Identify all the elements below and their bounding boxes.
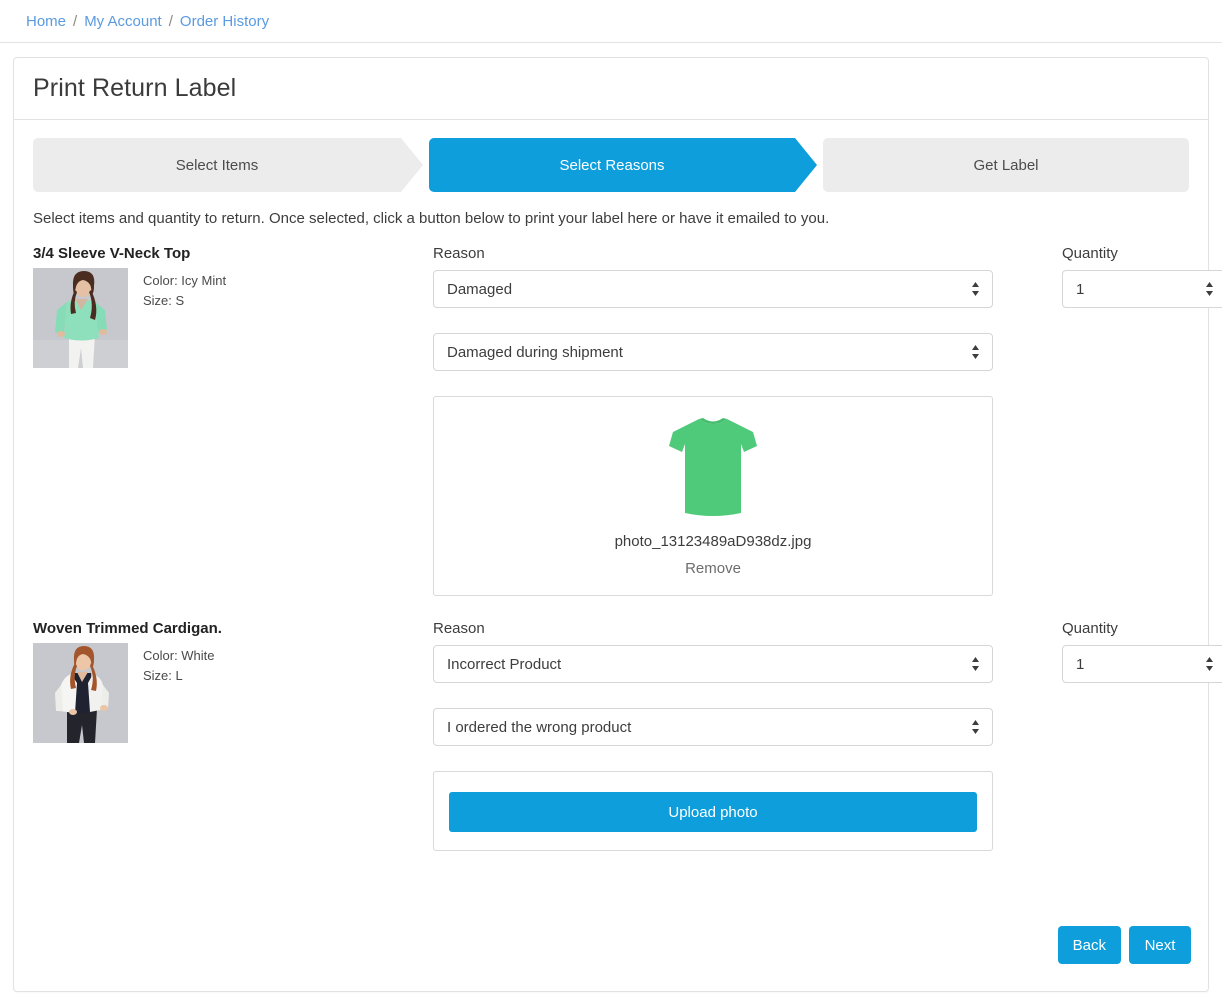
page-title: Print Return Label: [33, 74, 237, 102]
quantity-column: Quantity 1: [1062, 620, 1222, 851]
reason-label: Reason: [433, 245, 485, 262]
quantity-value: 1: [1076, 280, 1085, 298]
breadcrumb-separator: /: [168, 12, 173, 30]
reason-detail-select[interactable]: I ordered the wrong product: [433, 708, 993, 746]
tshirt-icon: [669, 418, 757, 516]
wizard-step-get-label[interactable]: Get Label: [823, 138, 1189, 192]
reason-select[interactable]: Damaged: [433, 270, 993, 308]
reason-label: Reason: [433, 620, 485, 637]
chevron-updown-icon: [1206, 657, 1213, 671]
quantity-select[interactable]: 1: [1062, 270, 1222, 308]
reason-column: Reason Damaged Damaged during shipment p…: [433, 245, 1033, 596]
item-summary: Woven Trimmed Cardigan. Color: White Siz…: [33, 620, 433, 851]
uploaded-photo-filename: photo_13123489aD938dz.jpg: [614, 533, 812, 550]
item-attributes: Color: Icy Mint Size: S: [143, 268, 226, 368]
return-item-row: Woven Trimmed Cardigan. Color: White Siz…: [33, 620, 1222, 851]
reason-column: Reason Incorrect Product I ordered the w…: [433, 620, 1033, 851]
chevron-updown-icon: [972, 657, 979, 671]
quantity-column: Quantity 1: [1062, 245, 1222, 596]
item-size: Size: S: [143, 293, 185, 309]
card-header: Print Return Label: [14, 58, 1208, 120]
item-color: Color: Icy Mint: [143, 273, 227, 288]
breadcrumb-item-home[interactable]: Home: [26, 13, 66, 30]
uploaded-photo-preview: [434, 413, 992, 521]
wizard-step-select-reasons[interactable]: Select Reasons: [429, 138, 817, 192]
chevron-updown-icon: [1206, 282, 1213, 296]
quantity-value: 1: [1076, 655, 1085, 673]
chevron-updown-icon: [972, 345, 979, 359]
quantity-label: Quantity: [1062, 620, 1118, 637]
item-thumbnail: [33, 268, 128, 368]
back-button[interactable]: Back: [1057, 926, 1121, 964]
reason-select[interactable]: Incorrect Product: [433, 645, 993, 683]
reason-detail-select[interactable]: Damaged during shipment: [433, 333, 993, 371]
reason-detail-value: Damaged during shipment: [447, 343, 623, 361]
photo-upload-panel: photo_13123489aD938dz.jpg Remove: [433, 396, 993, 596]
item-summary: 3/4 Sleeve V-Neck Top Color: Icy Mint Si…: [33, 245, 433, 596]
item-color: Color: White: [143, 648, 215, 663]
reason-select-value: Incorrect Product: [447, 655, 562, 673]
return-item-row: 3/4 Sleeve V-Neck Top Color: Icy Mint Si…: [33, 245, 1222, 596]
item-attributes: Color: White Size: L: [143, 643, 215, 743]
reason-select-value: Damaged: [447, 280, 513, 298]
quantity-select[interactable]: 1: [1062, 645, 1222, 683]
print-return-label-card: Print Return Label Select Items Select R…: [13, 57, 1222, 992]
reason-detail-value: I ordered the wrong product: [447, 718, 632, 736]
next-button[interactable]: Next: [1129, 926, 1191, 964]
item-thumbnail: [33, 643, 128, 743]
photo-upload-panel: Upload photo: [433, 771, 993, 851]
breadcrumb: Home / My Account / Order History: [0, 0, 1222, 43]
item-name: 3/4 Sleeve V-Neck Top: [33, 245, 191, 262]
wizard-step-select-items[interactable]: Select Items: [33, 138, 423, 192]
breadcrumb-separator: /: [73, 12, 78, 30]
wizard-step-label: Select Items: [175, 156, 259, 174]
item-size: Size: L: [143, 668, 183, 684]
item-name: Woven Trimmed Cardigan.: [33, 620, 222, 637]
breadcrumb-item-my-account[interactable]: My Account: [84, 13, 162, 30]
wizard-step-label: Select Reasons: [559, 156, 665, 174]
quantity-label: Quantity: [1062, 245, 1118, 262]
remove-photo-link[interactable]: Remove: [434, 560, 992, 577]
wizard-navigation: Back Next: [1057, 926, 1191, 964]
breadcrumb-item-order-history[interactable]: Order History: [180, 13, 269, 30]
wizard-steps: Select Items Select Reasons Get Label: [33, 138, 1189, 192]
wizard-step-label: Get Label: [973, 156, 1039, 174]
item-controls: Reason Damaged Damaged during shipment p…: [433, 245, 1222, 596]
chevron-updown-icon: [972, 282, 979, 296]
item-controls: Reason Incorrect Product I ordered the w…: [433, 620, 1222, 851]
instructions-text: Select items and quantity to return. Onc…: [33, 210, 830, 227]
chevron-updown-icon: [972, 720, 979, 734]
upload-photo-button[interactable]: Upload photo: [449, 792, 977, 832]
card-body: Select Items Select Reasons Get Label Se…: [14, 120, 1222, 851]
